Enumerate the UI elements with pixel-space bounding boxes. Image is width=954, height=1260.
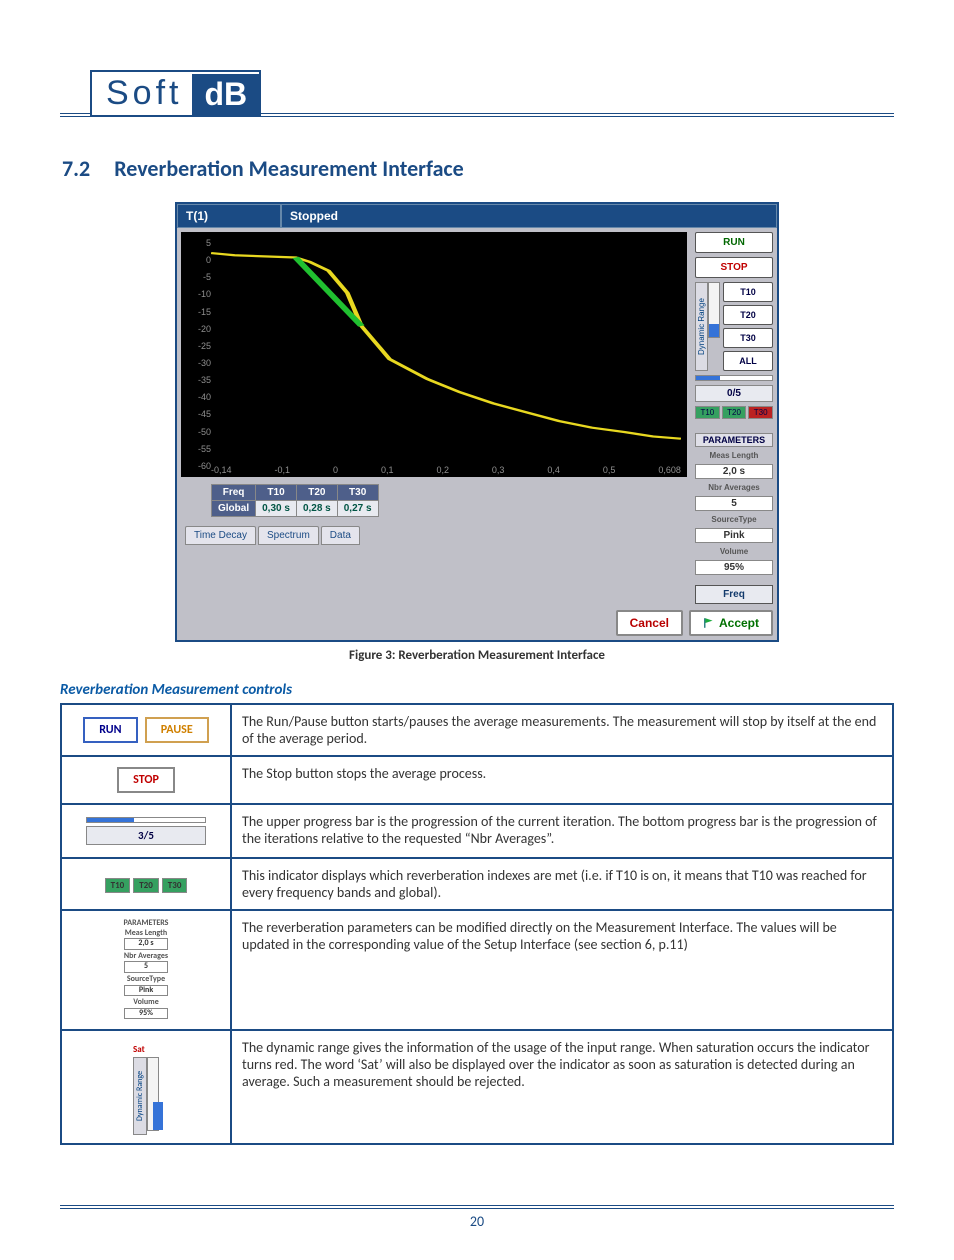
run-button-demo: RUN xyxy=(83,717,137,743)
y-axis-ticks: 50-5-10-15-20-25-30-35-40-45-50-55-60 xyxy=(183,238,211,471)
volume-label: Volume xyxy=(695,547,773,556)
footer-rule xyxy=(60,1205,894,1209)
table-row: Sat Dynamic Range The dynamic range give… xyxy=(61,1030,893,1144)
dynamic-range-demo: Sat Dynamic Range xyxy=(133,1044,159,1135)
logo-left: Soft xyxy=(92,72,192,115)
dynamic-range-label: Dynamic Range xyxy=(695,282,708,371)
row5-desc: The reverberation parameters can be modi… xyxy=(231,910,893,1030)
doc-header: Soft dB xyxy=(60,70,894,117)
sourcetype-value[interactable]: Pink xyxy=(695,528,773,543)
tab-data[interactable]: Data xyxy=(321,526,360,545)
table-row: PARAMETERS Meas Length 2,0 s Nbr Average… xyxy=(61,910,893,1030)
dynamic-range: Dynamic Range T10 T20 T30 ALL xyxy=(695,282,773,371)
table-row: T10 T20 T30 This indicator displays whic… xyxy=(61,858,893,910)
tab-spectrum[interactable]: Spectrum xyxy=(258,526,319,545)
meas-length-label: Meas Length xyxy=(695,451,773,460)
plot-curve xyxy=(211,242,681,463)
section-number: 7.2 xyxy=(62,155,90,182)
table-row: STOP The Stop button stops the average p… xyxy=(61,756,893,804)
stop-button[interactable]: STOP xyxy=(695,257,773,278)
parameters-demo: PARAMETERS Meas Length 2,0 s Nbr Average… xyxy=(124,919,169,1021)
brand-logo: Soft dB xyxy=(90,70,261,117)
x-axis-ticks: -0,14-0,100,10,20,30,40,50,608 xyxy=(211,465,681,475)
figure-caption: Figure 3: Reverberation Measurement Inte… xyxy=(349,648,605,663)
row4-desc: This indicator displays which reverberat… xyxy=(231,858,893,910)
cancel-button[interactable]: Cancel xyxy=(616,610,683,636)
sourcetype-label: SourceType xyxy=(695,515,773,524)
row6-desc: The dynamic range gives the information … xyxy=(231,1030,893,1144)
measurement-app: T(1) Stopped 50-5-10-15-20-25-30-35-40-4… xyxy=(175,202,779,642)
stop-button-demo: STOP xyxy=(117,767,175,793)
progress-demo: 3/5 xyxy=(86,817,206,845)
progress-counter: 0/5 xyxy=(695,385,773,402)
row2-desc: The Stop button stops the average proces… xyxy=(231,756,893,804)
t20-button[interactable]: T20 xyxy=(723,305,773,325)
nbr-avg-value[interactable]: 5 xyxy=(695,496,773,511)
meas-length-value[interactable]: 2,0 s xyxy=(695,464,773,479)
app-status: Stopped xyxy=(281,204,777,228)
run-button[interactable]: RUN xyxy=(695,232,773,253)
row1-desc: The Run/Pause button starts/pauses the a… xyxy=(231,704,893,756)
tab-time-decay[interactable]: Time Decay xyxy=(185,526,256,545)
t30-button[interactable]: T30 xyxy=(723,328,773,348)
all-button[interactable]: ALL xyxy=(723,351,773,371)
controls-subheader: Reverberation Measurement controls xyxy=(60,681,894,699)
table-row: 3/5 The upper progress bar is the progre… xyxy=(61,804,893,858)
controls-table: RUN PAUSE The Run/Pause button starts/pa… xyxy=(60,703,894,1145)
page-number: 20 xyxy=(60,1213,894,1230)
flag-icon xyxy=(703,617,715,629)
decay-plot: 50-5-10-15-20-25-30-35-40-45-50-55-60 -0… xyxy=(181,232,687,477)
row3-desc: The upper progress bar is the progressio… xyxy=(231,804,893,858)
freq-result-table: Freq T10 T20 T30 Global 0,30 s 0,28 s 0,… xyxy=(211,484,379,517)
progress-bar-current xyxy=(695,375,773,381)
nbr-avg-label: Nbr Averages xyxy=(695,483,773,492)
index-chips: T10 T20 T30 xyxy=(695,406,773,419)
parameters-header: PARAMETERS xyxy=(695,433,773,447)
freq-button[interactable]: Freq xyxy=(695,585,773,604)
app-title-slot: T(1) xyxy=(177,204,281,228)
dynamic-range-bar xyxy=(708,282,720,338)
chips-demo: T10 T20 T30 xyxy=(105,878,188,893)
volume-value[interactable]: 95% xyxy=(695,560,773,575)
t10-button[interactable]: T10 xyxy=(723,282,773,302)
logo-right: dB xyxy=(192,74,259,115)
view-tabs: Time Decay Spectrum Data xyxy=(185,526,687,545)
table-row: RUN PAUSE The Run/Pause button starts/pa… xyxy=(61,704,893,756)
accept-button[interactable]: Accept xyxy=(689,610,773,636)
pause-button-demo: PAUSE xyxy=(145,717,209,743)
section-heading: 7.2 Reverberation Measurement Interface xyxy=(62,155,894,182)
section-title: Reverberation Measurement Interface xyxy=(114,155,464,182)
